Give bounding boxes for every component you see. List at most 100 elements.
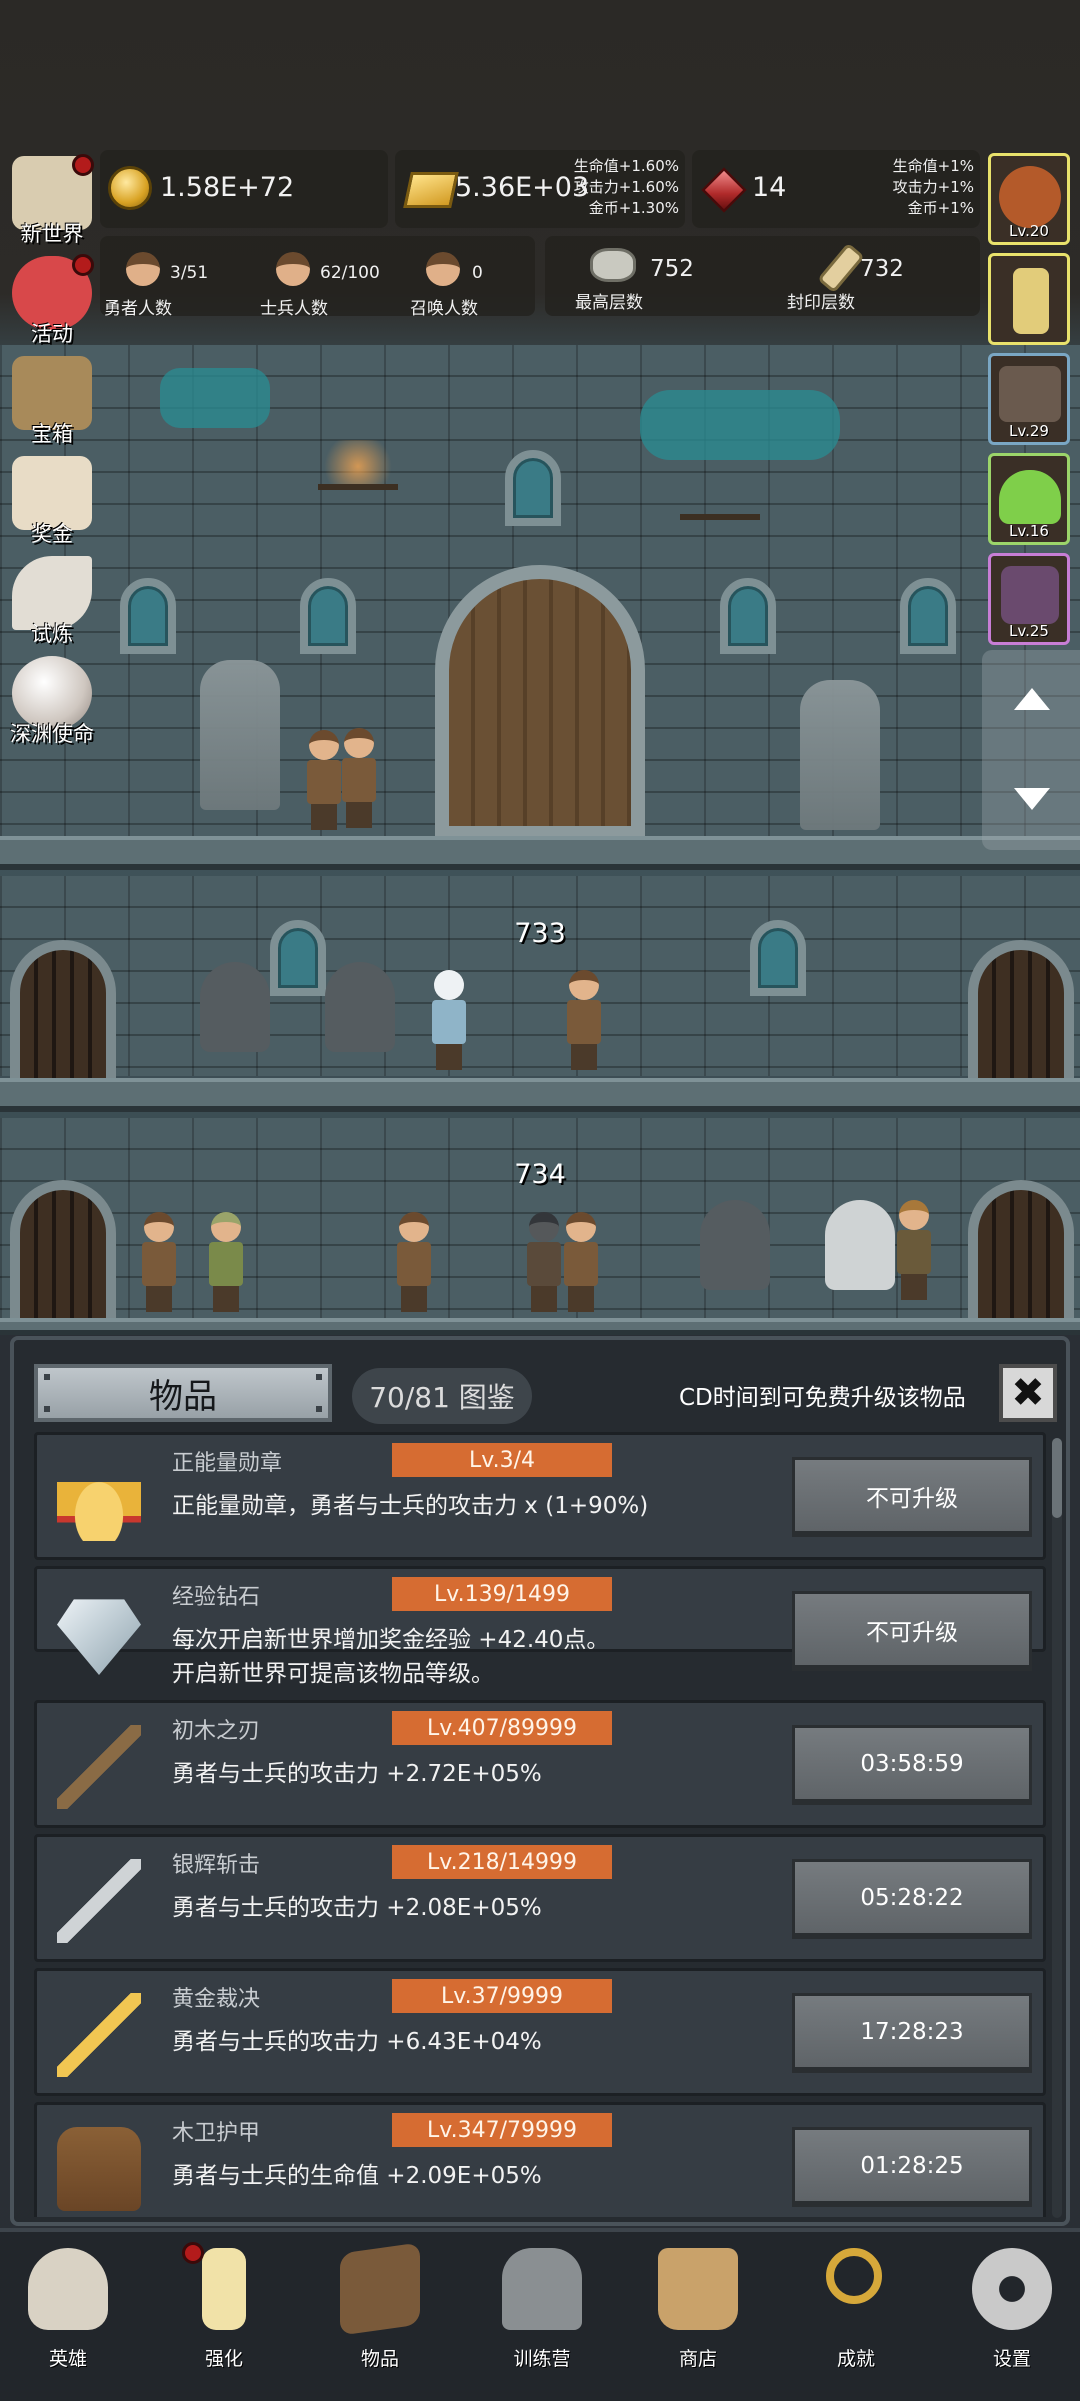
bonus-label: 奖金 [31, 522, 73, 546]
highest-floor: 752 [650, 256, 694, 282]
nav-label: 强化 [204, 2348, 243, 2370]
gem-box: 14 生命值+1% 攻击力+1% 金币+1% [692, 150, 980, 228]
onion-boss-icon [999, 166, 1061, 228]
nav-items[interactable]: 物品 [318, 2240, 438, 2390]
castle-wall-733 [0, 876, 1080, 1076]
floor-stats-box: 752 最高层数 732 封印层数 [545, 236, 980, 316]
soldier-count: 62/100 [320, 263, 380, 283]
nav-training-camp[interactable]: 训练营 [480, 2240, 600, 2390]
abyss-mission-button[interactable]: 深渊使命 [2, 652, 98, 746]
castle-window [505, 450, 561, 526]
gold-bar-icon [403, 172, 459, 208]
gold-bar-box: 5.36E+03 生命值+1.60% 攻击力+1.60% 金币+1.30% [395, 150, 685, 228]
farmer-character [895, 1200, 933, 1300]
collection-button[interactable]: 70/81 图鉴 [352, 1368, 532, 1424]
armor-icon [57, 2127, 141, 2211]
nav-heroes[interactable]: 英雄 [6, 2240, 126, 2390]
slime-icon [999, 470, 1061, 524]
gold-coin-icon [108, 166, 152, 210]
item-desc: 勇者与士兵的攻击力 +2.72E+05% [172, 1761, 542, 1787]
nav-label: 设置 [992, 2348, 1031, 2370]
trial-label: 试炼 [31, 622, 73, 646]
candle-button[interactable] [988, 253, 1070, 345]
hero-count-label: 勇者人数 [104, 299, 172, 319]
nav-label: 物品 [360, 2348, 399, 2370]
items-list[interactable]: 正能量勋章 Lv.3/4 正能量勋章，勇者与士兵的攻击力 x (1+90%) 不… [34, 1432, 1046, 2217]
gear-icon [972, 2248, 1052, 2330]
cd-hint: CD时间到可免费升级该物品 [679, 1385, 966, 1411]
nav-shop[interactable]: 商店 [636, 2240, 756, 2390]
list-item: 黄金裁决 Lv.37/9999 勇者与士兵的攻击力 +6.43E+04% 17:… [34, 1968, 1046, 2096]
gem-bonus: 生命值+1% 攻击力+1% 金币+1% [892, 157, 974, 217]
scroll-down-icon[interactable] [1014, 788, 1050, 810]
wood-sword-icon [57, 1725, 141, 1809]
item-desc: 每次开启新世界增加奖金经验 +42.40点。 开启新世界可提高该物品等级。 [172, 1627, 610, 1687]
bonus-button[interactable]: 奖金 [2, 452, 98, 546]
list-item: 正能量勋章 Lv.3/4 正能量勋章，勇者与士兵的攻击力 x (1+90%) 不… [34, 1432, 1046, 1560]
trial-button[interactable]: 试炼 [2, 552, 98, 646]
ghost-enemy [700, 1200, 770, 1290]
items-panel: 物品 70/81 图鉴 CD时间到可免费升级该物品 ✖ 正能量勋章 Lv.3/4… [10, 1336, 1070, 2226]
wall-crack [160, 368, 270, 428]
cooldown-button[interactable]: 01:28:25 [792, 2127, 1032, 2207]
gold-bar-bonus: 生命值+1.60% 攻击力+1.60% 金币+1.30% [573, 157, 679, 217]
upgrade-button[interactable]: 不可升级 [792, 1457, 1032, 1537]
item-name: 木卫护甲 [172, 2121, 261, 2146]
item-desc: 勇者与士兵的攻击力 +6.43E+04% [172, 2029, 542, 2055]
book-icon [340, 2242, 420, 2336]
item-name: 初木之刃 [172, 1719, 261, 1744]
boss-button-slime[interactable]: Lv.16 [988, 453, 1070, 545]
side-door [10, 1180, 116, 1330]
mug-icon [658, 2248, 738, 2330]
tab-items[interactable]: 物品 [34, 1364, 332, 1422]
boss-button-onion[interactable]: Lv.20 [988, 153, 1070, 245]
soldier-face-icon [276, 252, 310, 286]
item-name: 经验钻石 [172, 1585, 261, 1610]
new-world-button[interactable]: 新世界 [2, 152, 98, 246]
list-item: 木卫护甲 Lv.347/79999 勇者与士兵的生命值 +2.09E+05% 0… [34, 2102, 1046, 2217]
seal-scroll-icon [817, 242, 865, 294]
unit-count-box: 3/51 勇者人数 62/100 士兵人数 0 召唤人数 [100, 236, 535, 319]
skull-icon [28, 2248, 108, 2330]
highest-floor-label: 最高层数 [575, 293, 643, 313]
item-name: 黄金裁决 [172, 1987, 261, 2012]
side-door [10, 940, 116, 1090]
nav-settings[interactable]: 设置 [950, 2240, 1070, 2390]
diamond-icon [57, 1599, 141, 1675]
floor-ledge [0, 1078, 1080, 1112]
ghost-enemy [825, 1200, 895, 1290]
hero-character [340, 728, 378, 828]
cooldown-button[interactable]: 17:28:23 [792, 1993, 1032, 2073]
hero-character [207, 1212, 245, 1312]
item-level: Lv.407/89999 [392, 1711, 612, 1745]
boss-button-goblin[interactable]: Lv.25 [988, 553, 1070, 645]
boss-level: Lv.29 [1009, 422, 1049, 440]
list-scrollbar[interactable] [1052, 1438, 1062, 2218]
nav-label: 商店 [678, 2348, 717, 2370]
events-button[interactable]: 活动 [2, 252, 98, 346]
upgrade-button[interactable]: 不可升级 [792, 1591, 1032, 1671]
cooldown-button[interactable]: 03:58:59 [792, 1725, 1032, 1805]
close-button[interactable]: ✖ [999, 1364, 1057, 1422]
lantern-icon [502, 2248, 582, 2330]
hero-character [140, 1212, 178, 1312]
sealed-floor-label: 封印层数 [787, 293, 855, 313]
medal-icon [57, 1457, 141, 1541]
hero-character [562, 1212, 600, 1312]
boss-button-mimic[interactable]: Lv.29 [988, 353, 1070, 445]
abyss-mission-label: 深渊使命 [10, 722, 94, 746]
collection-label: 70/81 图鉴 [369, 1381, 515, 1414]
nav-achievements[interactable]: 成就 [794, 2240, 914, 2390]
stone-icon [590, 248, 636, 282]
treasure-chest-button[interactable]: 宝箱 [2, 352, 98, 446]
gem-amount: 14 [752, 172, 787, 203]
cooldown-button[interactable]: 05:28:22 [792, 1859, 1032, 1939]
item-desc: 勇者与士兵的攻击力 +2.08E+05% [172, 1895, 542, 1921]
scrollbar-thumb[interactable] [1052, 1438, 1062, 1518]
castle-window [300, 578, 356, 654]
nav-enhance[interactable]: 强化 [162, 2240, 282, 2390]
castle-window [120, 578, 176, 654]
tab-items-label: 物品 [149, 1376, 217, 1417]
scroll-up-icon[interactable] [1014, 688, 1050, 710]
item-level: Lv.37/9999 [392, 1979, 612, 2013]
